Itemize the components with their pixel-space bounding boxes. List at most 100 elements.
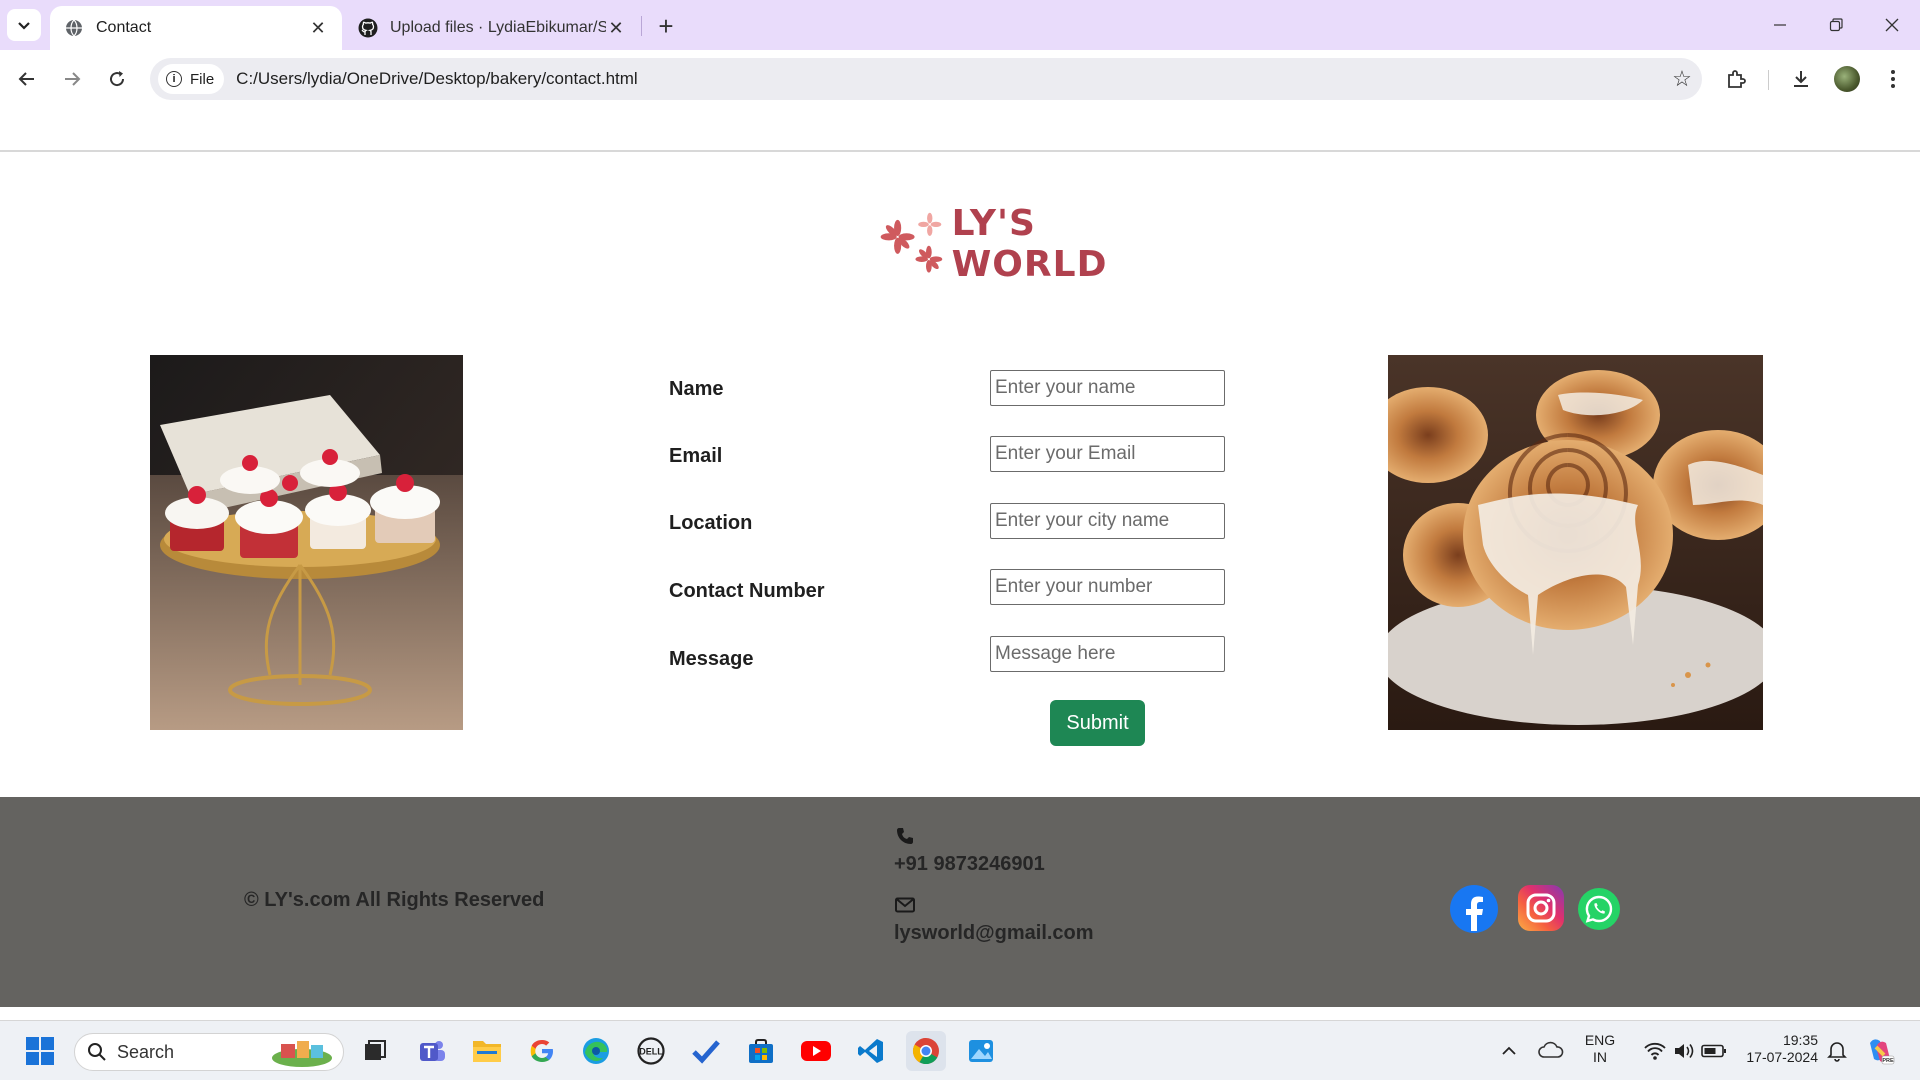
- toolbar-divider: [1768, 70, 1769, 90]
- windows-taskbar: Search DELL ENG IN 19:35 17-07-2024 PRE: [0, 1020, 1920, 1080]
- google-button[interactable]: [522, 1031, 562, 1071]
- submit-button[interactable]: Submit: [1050, 700, 1145, 746]
- todo-button[interactable]: [686, 1031, 726, 1071]
- network-volume-battery[interactable]: [1630, 1031, 1740, 1071]
- page-content: LY'S WORLD Name Enter your name Email En…: [0, 108, 1920, 1020]
- region-code: IN: [1593, 1049, 1607, 1065]
- email-input[interactable]: [990, 436, 1225, 472]
- clock-date: 17-07-2024: [1746, 1049, 1818, 1065]
- chevron-down-icon: [18, 22, 30, 30]
- onedrive-button[interactable]: [1534, 1031, 1568, 1071]
- task-view-button[interactable]: [355, 1031, 395, 1071]
- profile-avatar[interactable]: [1834, 66, 1860, 92]
- envelope-icon: [894, 894, 916, 916]
- logo-text: LY'S WORLD: [951, 203, 1108, 285]
- forward-button[interactable]: [56, 63, 88, 95]
- site-info-chip[interactable]: i File: [158, 64, 225, 94]
- reload-icon: [110, 71, 125, 87]
- chevron-up-icon: [1502, 1046, 1516, 1055]
- tab-contact[interactable]: Contact ✕: [50, 6, 342, 50]
- clock[interactable]: 19:35 17-07-2024: [1744, 1032, 1818, 1066]
- extensions-button[interactable]: [1720, 63, 1752, 95]
- message-label: Message: [669, 648, 754, 670]
- taskbar-search[interactable]: Search: [74, 1033, 344, 1071]
- dell-button[interactable]: DELL: [631, 1031, 671, 1071]
- name-input[interactable]: [990, 370, 1225, 406]
- chrome-button[interactable]: [906, 1031, 946, 1071]
- google-icon: [530, 1040, 553, 1062]
- new-tab-button[interactable]: +: [650, 10, 682, 42]
- task-view-icon: [365, 1040, 386, 1060]
- location-input[interactable]: [990, 503, 1225, 539]
- reload-button[interactable]: [101, 63, 133, 95]
- more-vertical-icon: [1891, 70, 1895, 88]
- vscode-icon: [858, 1039, 883, 1063]
- copyright-text: © LY's.com All Rights Reserved: [244, 889, 545, 911]
- copilot-button[interactable]: PRE: [1860, 1031, 1900, 1071]
- youtube-button[interactable]: [796, 1031, 836, 1071]
- puzzle-icon: [1728, 70, 1746, 88]
- footer: © LY's.com All Rights Reserved +91 98732…: [0, 797, 1920, 1007]
- instagram-icon[interactable]: [1518, 885, 1564, 931]
- email-address[interactable]: lysworld@gmail.com: [894, 922, 1094, 945]
- vscode-button[interactable]: [851, 1031, 891, 1071]
- edge-icon: [583, 1038, 609, 1064]
- checkmark-icon: [692, 1040, 720, 1064]
- arrow-right-icon: [65, 72, 81, 86]
- svg-text:DELL: DELL: [639, 1047, 663, 1057]
- message-input[interactable]: [990, 636, 1225, 672]
- minimize-icon: [1774, 24, 1786, 26]
- tab-title: Upload files · LydiaEbikumar/Sta: [390, 19, 606, 36]
- store-button[interactable]: [741, 1031, 781, 1071]
- svg-text:PRE: PRE: [1882, 1058, 1894, 1064]
- tab-upload-files[interactable]: Upload files · LydiaEbikumar/Sta ✕: [344, 6, 640, 50]
- github-icon: [358, 18, 378, 38]
- restore-button[interactable]: [1808, 0, 1864, 50]
- downloads-button[interactable]: [1785, 63, 1817, 95]
- site-logo[interactable]: LY'S WORLD: [878, 203, 1178, 285]
- windows-logo-icon: [26, 1037, 54, 1065]
- info-icon: i: [166, 71, 182, 87]
- url-text[interactable]: C:/Users/lydia/OneDrive/Desktop/bakery/c…: [236, 69, 1662, 89]
- cupcakes-image: [150, 355, 463, 730]
- teams-icon: [420, 1041, 445, 1061]
- photos-button[interactable]: [961, 1031, 1001, 1071]
- search-icon: [88, 1043, 106, 1061]
- menu-button[interactable]: [1877, 63, 1909, 95]
- flower-icon: [880, 212, 943, 273]
- edge-button[interactable]: [576, 1031, 616, 1071]
- close-icon[interactable]: ✕: [308, 18, 328, 38]
- location-label: Location: [669, 512, 753, 534]
- language-indicator[interactable]: ENG IN: [1582, 1032, 1618, 1066]
- teams-button[interactable]: [412, 1031, 452, 1071]
- tray-overflow-button[interactable]: [1494, 1031, 1524, 1071]
- clock-time: 19:35: [1782, 1032, 1818, 1048]
- facebook-icon[interactable]: [1450, 885, 1498, 933]
- close-icon: [1885, 18, 1899, 32]
- search-label: Search: [117, 1041, 175, 1062]
- browser-tab-bar: Contact ✕ Upload files · LydiaEbikumar/S…: [0, 0, 1920, 50]
- notifications-button[interactable]: [1822, 1031, 1852, 1071]
- file-explorer-button[interactable]: [467, 1031, 507, 1071]
- minimize-button[interactable]: [1752, 0, 1808, 50]
- battery-icon: [1701, 1044, 1726, 1058]
- dell-icon: DELL: [637, 1037, 665, 1065]
- bookmark-star-icon[interactable]: ☆: [1662, 66, 1702, 92]
- address-bar[interactable]: i File C:/Users/lydia/OneDrive/Desktop/b…: [150, 58, 1702, 100]
- back-button[interactable]: [11, 63, 43, 95]
- close-icon[interactable]: ✕: [606, 18, 626, 38]
- header-divider: [0, 150, 1920, 152]
- windows-start-button[interactable]: [20, 1031, 60, 1071]
- phone-number[interactable]: +91 9873246901: [894, 853, 1094, 876]
- contact-number-input[interactable]: [990, 569, 1225, 605]
- whatsapp-icon[interactable]: [1578, 888, 1620, 930]
- window-controls: [1752, 0, 1920, 50]
- tab-search-button[interactable]: [7, 9, 41, 41]
- search-highlight-icon: [272, 1041, 332, 1067]
- cinnamon-rolls-image: [1388, 355, 1763, 730]
- file-chip-label: File: [190, 70, 215, 88]
- notification-bell-icon: [1827, 1042, 1847, 1062]
- language-code: ENG: [1584, 1032, 1616, 1048]
- close-window-button[interactable]: [1864, 0, 1920, 50]
- phone-icon: [894, 825, 916, 847]
